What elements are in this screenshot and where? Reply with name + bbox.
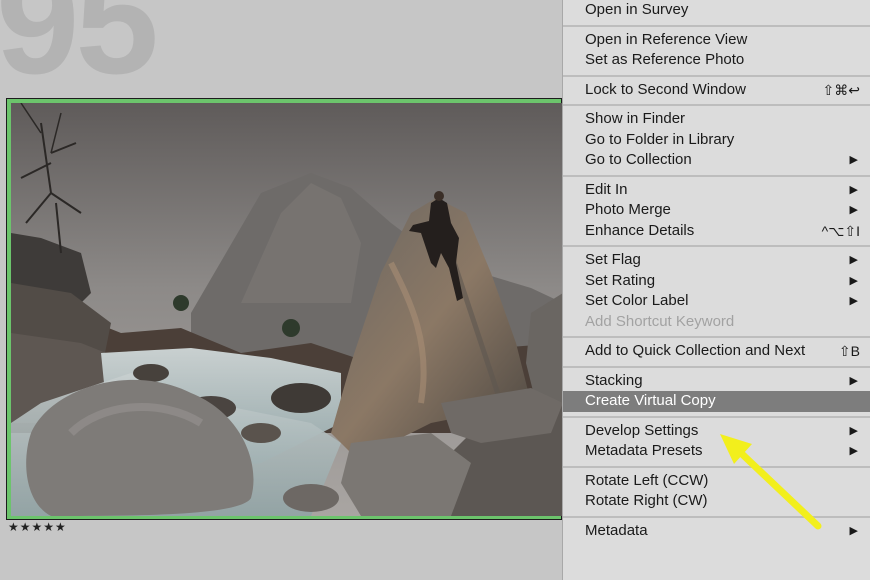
chevron-right-icon: ▶ bbox=[849, 374, 858, 387]
menu-item-rotate-left-ccw[interactable]: Rotate Left (CCW) bbox=[563, 471, 870, 492]
menu-item-label: Open in Survey bbox=[585, 1, 689, 18]
menu-group: Add to Quick Collection and Next ⇧B bbox=[563, 338, 870, 368]
menu-item-label: Show in Finder bbox=[585, 110, 686, 127]
menu-item-show-in-finder[interactable]: Show in Finder bbox=[563, 109, 870, 130]
menu-item-edit-in[interactable]: Edit In ▶ bbox=[563, 180, 870, 201]
menu-item-lock-to-second-window[interactable]: Lock to Second Window ⇧⌘↩ bbox=[563, 80, 870, 101]
menu-item-set-as-reference-photo[interactable]: Set as Reference Photo bbox=[563, 50, 870, 71]
menu-item-label: Rotate Right (CW) bbox=[585, 492, 708, 509]
chevron-right-icon: ▶ bbox=[849, 524, 858, 537]
menu-item-label: Develop Settings bbox=[585, 421, 699, 439]
menu-item-set-flag[interactable]: Set Flag ▶ bbox=[563, 250, 870, 271]
menu-item-shortcut: ⇧B bbox=[838, 343, 860, 359]
menu-item-set-rating[interactable]: Set Rating ▶ bbox=[563, 271, 870, 292]
menu-item-label: Metadata Presets bbox=[585, 442, 703, 459]
menu-item-open-in-survey[interactable]: Open in Survey bbox=[563, 0, 870, 21]
menu-item-label: Go to Collection bbox=[585, 151, 692, 168]
menu-item-label: Edit In bbox=[585, 180, 628, 198]
menu-group: Rotate Left (CCW) Rotate Right (CW) bbox=[563, 468, 870, 518]
menu-item-label: Add Shortcut Keyword bbox=[585, 312, 735, 330]
chevron-right-icon: ▶ bbox=[849, 274, 858, 287]
menu-item-add-shortcut-keyword: Add Shortcut Keyword bbox=[563, 312, 870, 333]
menu-item-set-color-label[interactable]: Set Color Label ▶ bbox=[563, 291, 870, 312]
menu-item-label: Stacking bbox=[585, 371, 643, 389]
menu-item-label: Photo Merge bbox=[585, 201, 671, 218]
chevron-right-icon: ▶ bbox=[849, 183, 858, 196]
menu-item-label: Set Rating bbox=[585, 271, 656, 289]
chevron-right-icon: ▶ bbox=[849, 424, 858, 437]
menu-item-label: Set Color Label bbox=[585, 292, 689, 309]
menu-item-label: Rotate Left (CCW) bbox=[585, 471, 709, 489]
menu-item-go-to-folder-in-library[interactable]: Go to Folder in Library bbox=[563, 130, 870, 151]
menu-item-go-to-collection[interactable]: Go to Collection ▶ bbox=[563, 150, 870, 171]
menu-item-label: Metadata bbox=[585, 521, 648, 539]
menu-item-label: Add to Quick Collection and Next bbox=[585, 342, 806, 359]
chevron-right-icon: ▶ bbox=[849, 254, 858, 266]
menu-item-shortcut: ⇧⌘↩ bbox=[822, 81, 860, 98]
grid-cell[interactable]: 95 ★★★★★ bbox=[0, 0, 563, 580]
menu-group: Develop Settings ▶ Metadata Presets ▶ bbox=[563, 418, 870, 468]
menu-group: Lock to Second Window ⇧⌘↩ bbox=[563, 77, 870, 106]
menu-item-label: Enhance Details bbox=[585, 221, 695, 239]
menu-item-add-to-quick-collection-and-next[interactable]: Add to Quick Collection and Next ⇧B bbox=[563, 341, 870, 362]
menu-group: Open in Reference View Set as Reference P… bbox=[563, 27, 870, 77]
menu-item-open-in-reference-view[interactable]: Open in Reference View bbox=[563, 30, 870, 51]
menu-group: Edit In ▶ Photo Merge ▶ Enhance Details ^⌥⇧I bbox=[563, 177, 870, 247]
chevron-right-icon: ▶ bbox=[849, 154, 858, 166]
chevron-right-icon: ▶ bbox=[849, 295, 858, 307]
menu-item-label: Go to Folder in Library bbox=[585, 130, 735, 148]
menu-item-metadata-presets[interactable]: Metadata Presets ▶ bbox=[563, 441, 870, 462]
menu-group: Metadata ▶ bbox=[563, 518, 870, 546]
cell-index-number: 95 bbox=[0, 0, 159, 105]
menu-group: Show in Finder Go to Folder in Library Go … bbox=[563, 106, 870, 177]
menu-group: Open in Survey bbox=[563, 0, 870, 27]
menu-item-metadata[interactable]: Metadata ▶ bbox=[563, 521, 870, 542]
chevron-right-icon: ▶ bbox=[849, 204, 858, 216]
menu-item-photo-merge[interactable]: Photo Merge ▶ bbox=[563, 200, 870, 221]
menu-item-rotate-right-cw[interactable]: Rotate Right (CW) bbox=[563, 491, 870, 512]
menu-item-shortcut: ^⌥⇧I bbox=[821, 222, 860, 239]
menu-item-label: Open in Reference View bbox=[585, 30, 748, 48]
context-menu: Open in Survey Open in Reference View Set … bbox=[562, 0, 870, 580]
menu-item-enhance-details[interactable]: Enhance Details ^⌥⇧I bbox=[563, 221, 870, 242]
menu-item-label: Set Flag bbox=[585, 251, 641, 268]
menu-item-stacking[interactable]: Stacking ▶ bbox=[563, 371, 870, 392]
menu-item-label: Lock to Second Window bbox=[585, 80, 746, 98]
menu-item-create-virtual-copy[interactable]: Create Virtual Copy bbox=[563, 391, 870, 412]
chevron-right-icon: ▶ bbox=[849, 445, 858, 457]
menu-item-label: Create Virtual Copy bbox=[585, 392, 716, 409]
menu-group: Stacking ▶ Create Virtual Copy bbox=[563, 368, 870, 418]
menu-group: Set Flag ▶ Set Rating ▶ Set Color Label ▶ Add … bbox=[563, 247, 870, 338]
menu-item-develop-settings[interactable]: Develop Settings ▶ bbox=[563, 421, 870, 442]
photo-thumbnail[interactable] bbox=[11, 103, 563, 516]
star-rating[interactable]: ★★★★★ bbox=[8, 520, 67, 534]
menu-item-label: Set as Reference Photo bbox=[585, 51, 745, 68]
